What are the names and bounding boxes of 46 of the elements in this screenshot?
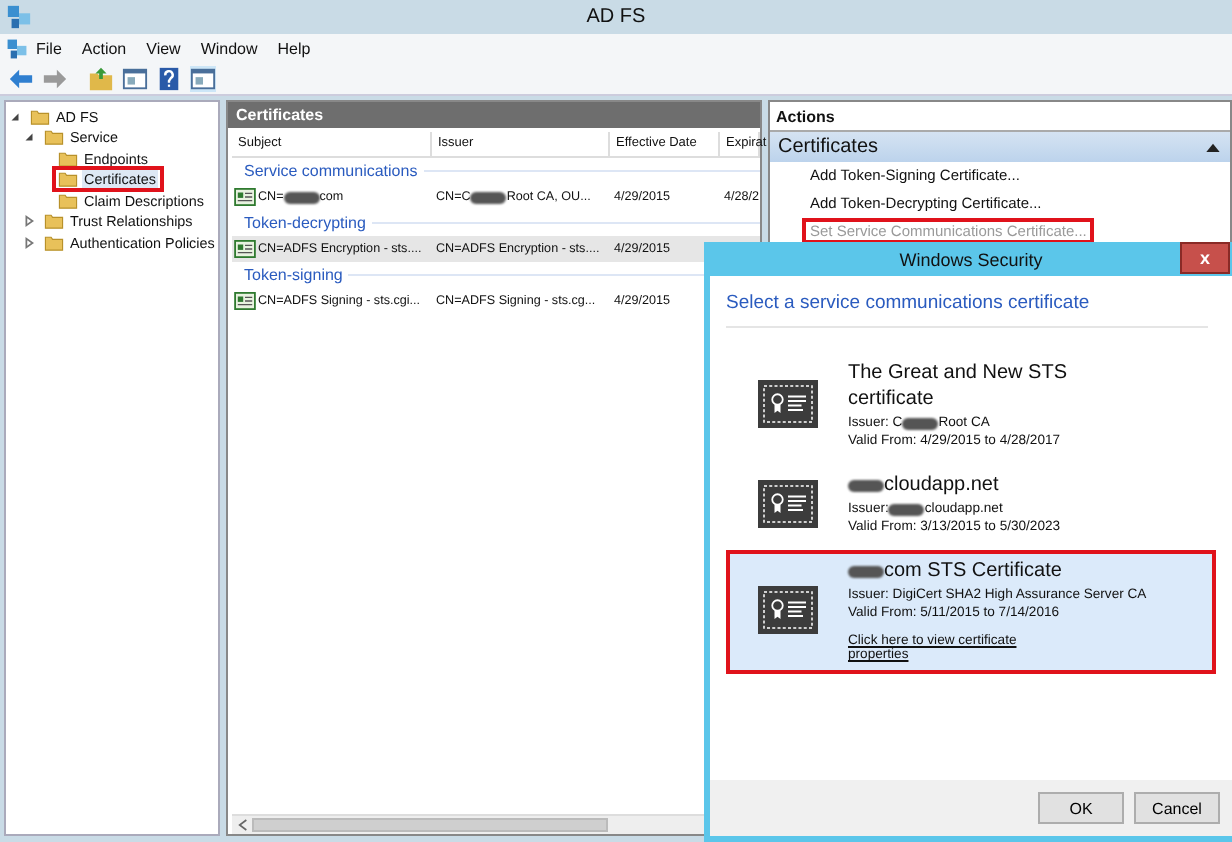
section-title: Certificates xyxy=(778,136,879,158)
collapse-arrow-icon[interactable] xyxy=(22,130,36,145)
scroll-left-icon[interactable] xyxy=(237,818,247,832)
group-header: Service communications xyxy=(244,162,418,180)
help-icon[interactable] xyxy=(156,65,182,91)
certificate-icon xyxy=(234,188,256,206)
group-header: Token-signing xyxy=(244,266,343,284)
redaction-mark xyxy=(848,565,884,577)
menu-item[interactable]: File xyxy=(36,39,62,57)
panel-title: Actions xyxy=(776,107,835,125)
pane-toggle-icon[interactable] xyxy=(190,65,216,91)
dialog-title: Windows Security xyxy=(899,249,1043,269)
expand-arrow-icon[interactable] xyxy=(22,235,36,250)
folder-up-icon[interactable] xyxy=(88,65,114,91)
redaction-mark xyxy=(283,191,320,203)
certificate-name: The Great and New STS certificate xyxy=(848,360,1069,412)
certificate-icon xyxy=(758,378,818,430)
certificate-name: cloudapp.net xyxy=(884,472,999,498)
certificate-icon xyxy=(234,292,256,310)
close-button[interactable]: x xyxy=(1180,242,1230,274)
app-icon xyxy=(6,4,32,30)
group-header: Token-decrypting xyxy=(244,214,366,232)
pane-toggle-icon[interactable] xyxy=(122,65,148,91)
menu-item[interactable]: Window xyxy=(200,39,258,57)
dialog-button[interactable]: Cancel xyxy=(1134,792,1220,824)
certificate-icon xyxy=(758,477,818,529)
redaction-mark xyxy=(888,503,925,515)
section-header[interactable]: Certificates xyxy=(770,132,1230,162)
certificate-name: com STS Certificate xyxy=(884,558,1062,584)
panel-title: Certificates xyxy=(236,106,324,124)
menu-item[interactable]: Help xyxy=(277,39,311,57)
back-arrow-icon[interactable] xyxy=(8,65,34,91)
app-icon xyxy=(6,37,28,59)
redaction-mark xyxy=(902,417,939,429)
window-title: AD FS xyxy=(586,6,646,28)
scroll-thumb[interactable] xyxy=(252,818,608,832)
collapse-arrow-icon[interactable] xyxy=(8,109,22,124)
redaction-mark xyxy=(470,191,507,203)
redaction-mark xyxy=(848,479,884,491)
dialog-button[interactable]: OK xyxy=(1038,792,1124,824)
certificate-icon xyxy=(758,584,818,636)
menu-item[interactable]: Action xyxy=(81,39,127,57)
menu-item[interactable]: View xyxy=(146,39,181,57)
collapse-arrow-icon[interactable] xyxy=(1206,142,1220,152)
dialog-heading: Select a service communications certificate xyxy=(726,292,1092,318)
expand-arrow-icon[interactable] xyxy=(22,214,36,229)
